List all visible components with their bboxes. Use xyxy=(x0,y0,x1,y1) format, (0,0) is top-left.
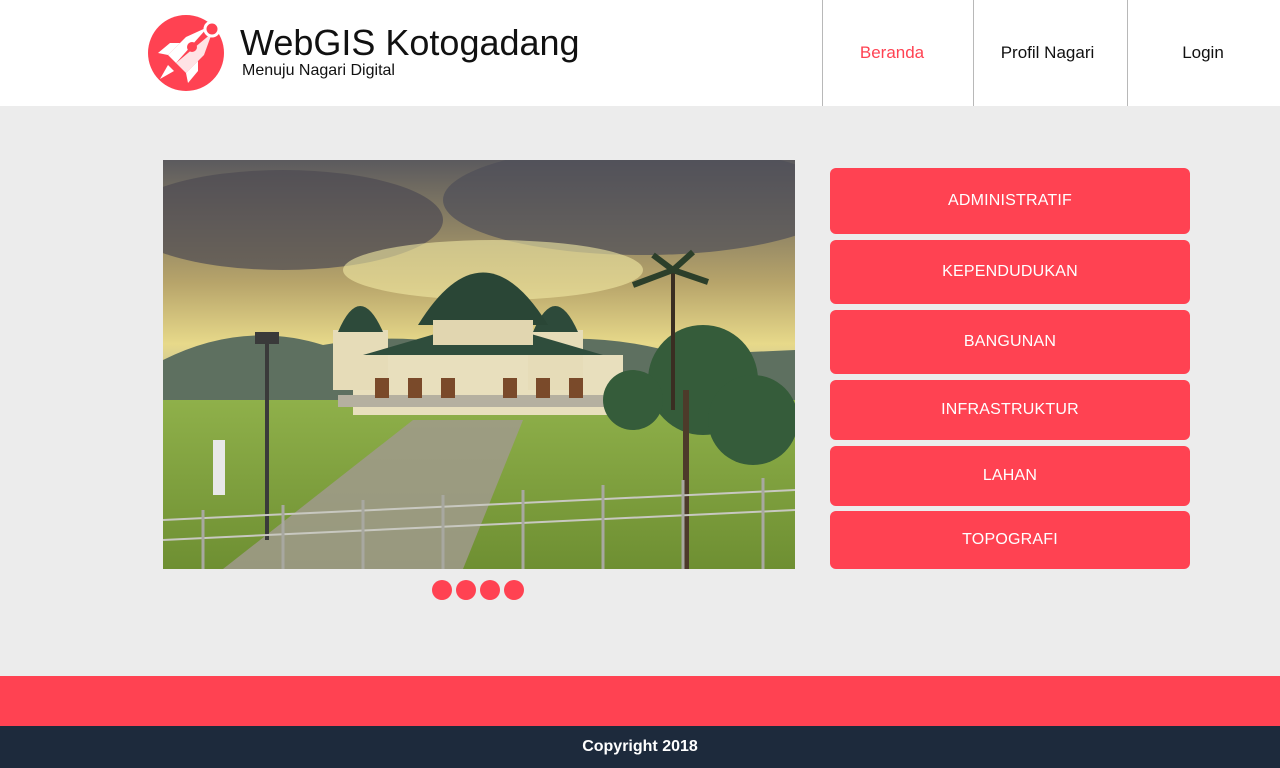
footer-bar: Copyright 2018 xyxy=(0,726,1280,768)
site-subtitle: Menuju Nagari Digital xyxy=(242,62,395,79)
header: WebGIS Kotogadang Menuju Nagari Digital … xyxy=(0,0,1280,106)
rocket-icon[interactable] xyxy=(146,15,226,91)
copyright-text: Copyright 2018 xyxy=(582,738,698,755)
lahan-button[interactable]: LAHAN xyxy=(830,446,1190,506)
hero-image xyxy=(163,160,795,569)
carousel-dot[interactable] xyxy=(456,580,476,600)
nav-profil-nagari[interactable]: Profil Nagari xyxy=(974,0,1121,106)
carousel-dots xyxy=(432,580,526,600)
carousel-dot[interactable] xyxy=(480,580,500,600)
carousel-dot[interactable] xyxy=(432,580,452,600)
nav-login[interactable]: Login xyxy=(1128,0,1278,106)
site-title: WebGIS Kotogadang xyxy=(240,22,580,63)
footer-band xyxy=(0,676,1280,726)
topografi-button[interactable]: TOPOGRAFI xyxy=(830,511,1190,569)
infrastruktur-button[interactable]: INFRASTRUKTUR xyxy=(830,380,1190,440)
administratif-button[interactable]: ADMINISTRATIF xyxy=(830,168,1190,234)
carousel-dot[interactable] xyxy=(504,580,524,600)
kependudukan-button[interactable]: KEPENDUDUKAN xyxy=(830,240,1190,304)
nav-beranda[interactable]: Beranda xyxy=(823,0,961,106)
bangunan-button[interactable]: BANGUNAN xyxy=(830,310,1190,374)
